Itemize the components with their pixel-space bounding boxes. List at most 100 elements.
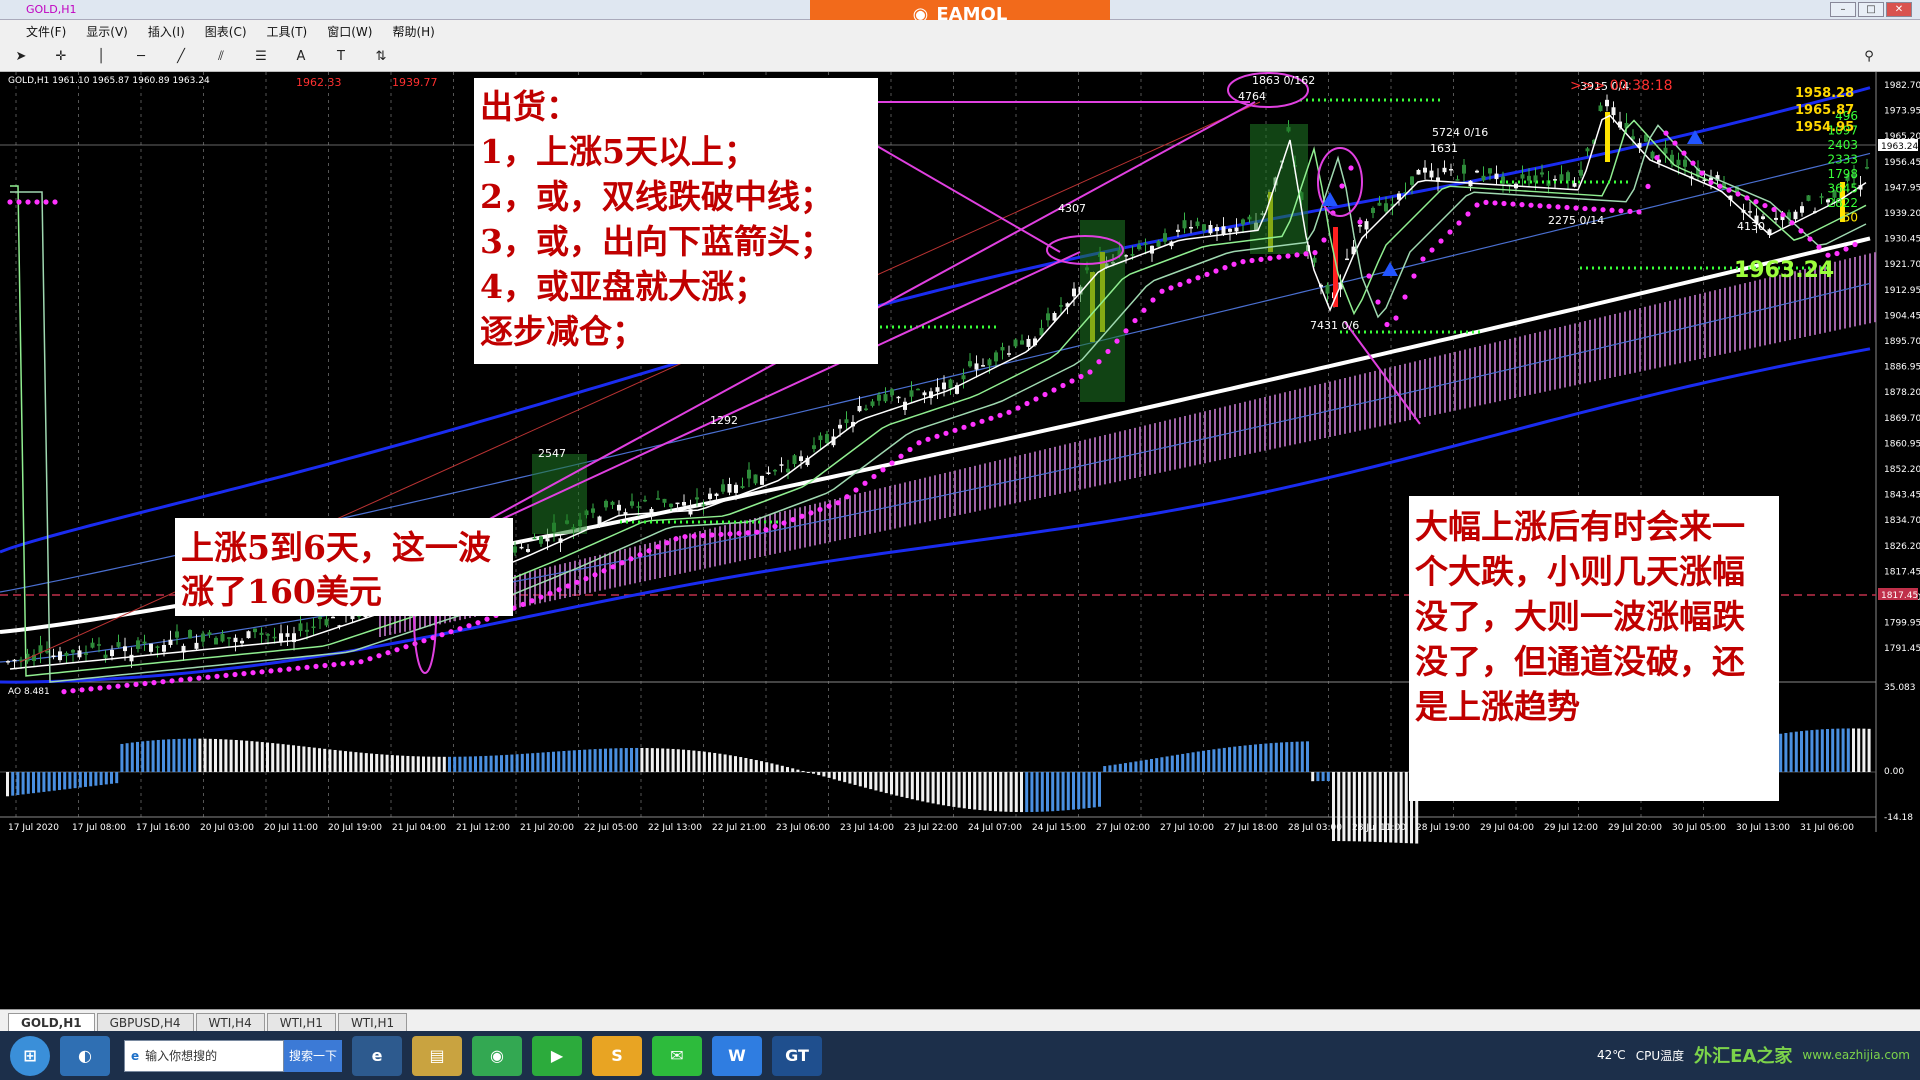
cursor-icon[interactable]: ➤ <box>10 46 32 68</box>
candle-body <box>1046 313 1050 321</box>
label-icon[interactable]: T <box>330 46 352 68</box>
sar-dot <box>844 494 850 500</box>
big-price: 1963.24 <box>1734 258 1835 283</box>
sar-dot <box>1060 382 1066 389</box>
chart-label: 4307 <box>1058 202 1086 215</box>
candle-body <box>279 633 283 642</box>
iqiyi-icon[interactable]: ▶ <box>532 1035 582 1076</box>
maximize-button[interactable]: □ <box>1858 2 1884 17</box>
sar-dot <box>1294 252 1300 258</box>
search-icon[interactable]: ⚲ <box>1858 46 1880 68</box>
folder-icon[interactable]: ▤ <box>412 1035 462 1076</box>
menu-charts[interactable]: 图表(C) <box>205 23 247 40</box>
time-tick-label: 20 Jul 19:00 <box>328 823 382 833</box>
sar-dot <box>1474 202 1480 208</box>
sar-dot <box>1573 205 1579 211</box>
minimize-button[interactable]: – <box>1830 2 1856 17</box>
menu-insert[interactable]: 插入(I) <box>148 23 185 40</box>
ie-app-icon[interactable]: e <box>352 1035 402 1076</box>
ao-bar <box>1191 752 1195 772</box>
candle-body <box>1676 159 1681 166</box>
ao-bar <box>162 739 165 772</box>
ao-bar <box>926 772 930 803</box>
ao-bar <box>1082 772 1086 809</box>
ao-bar <box>484 755 488 772</box>
sar-dot <box>727 531 733 537</box>
tab-wti-h1[interactable]: WTI,H1 <box>266 1013 336 1031</box>
sar-dot <box>1744 195 1750 201</box>
candle-body <box>1013 339 1018 347</box>
sar-dot <box>907 446 913 453</box>
candle-body <box>617 504 621 511</box>
price-tick-label: 1860.95 <box>1884 439 1920 449</box>
ao-bar <box>1176 754 1179 772</box>
ao-bar <box>312 747 316 772</box>
candle-body <box>142 641 147 644</box>
menu-help[interactable]: 帮助(H) <box>392 23 434 40</box>
text-icon[interactable]: A <box>290 46 312 68</box>
candle-body <box>1312 257 1317 263</box>
sar-dot <box>178 677 184 683</box>
chart-area[interactable]: 1982.70 1973.95 1965.20 1956.45 1947.95 1939.… <box>0 72 1920 1009</box>
ao-bar <box>390 755 394 772</box>
app-green-icon[interactable]: ◉ <box>472 1035 522 1076</box>
start-button[interactable]: ⊞ <box>10 1035 50 1076</box>
sar-dot <box>439 632 445 638</box>
note-drop-line: 没了，大则一波涨幅跌 <box>1415 597 1745 636</box>
ao-bar <box>68 772 72 789</box>
ao-bar <box>406 755 410 772</box>
panel-small-value: 2333 <box>1827 153 1858 167</box>
symbol-ohlc: GOLD,H1 1961.10 1965.87 1960.89 1963.24 <box>8 76 210 86</box>
sar-dot <box>115 683 121 689</box>
sar-dot <box>250 670 256 676</box>
ao-bar <box>692 750 696 772</box>
chart-label: 2275 0/14 <box>1548 214 1604 227</box>
mt4-icon[interactable]: GT <box>772 1035 822 1076</box>
app-s-icon[interactable]: S <box>592 1035 642 1076</box>
ao-bar <box>957 772 961 808</box>
ao-bar <box>1826 729 1829 772</box>
ao-bar <box>151 740 155 772</box>
horizontal-line-icon[interactable]: ─ <box>130 46 152 68</box>
tab-wti-h1-2[interactable]: WTI,H1 <box>337 1013 408 1031</box>
sar-dot <box>655 544 661 550</box>
candle-body <box>1325 284 1330 294</box>
sar-dot <box>1681 150 1687 156</box>
candle-body <box>1559 174 1564 181</box>
candle-body <box>162 644 166 652</box>
ao-bar <box>1862 728 1866 772</box>
wps-icon[interactable]: W <box>712 1035 762 1076</box>
candle-body <box>1774 217 1778 220</box>
sar-dot <box>88 686 94 692</box>
search-button[interactable]: 搜索一下 <box>284 1039 342 1072</box>
ao-bar <box>375 753 379 772</box>
menu-tools[interactable]: 工具(T) <box>267 23 308 40</box>
tab-wti-h4[interactable]: WTI,H4 <box>195 1013 265 1031</box>
crosshair-icon[interactable]: ✛ <box>50 46 72 68</box>
fibonacci-icon[interactable]: ☰ <box>250 46 272 68</box>
search-input[interactable]: e 输入你想搜的 <box>124 1039 284 1072</box>
sar-dot <box>61 689 67 695</box>
sar-dot <box>1312 250 1318 256</box>
menu-file[interactable]: 文件(F) <box>26 23 66 40</box>
sar-dot <box>1726 187 1732 193</box>
trendline-icon[interactable]: ╱ <box>170 46 192 68</box>
browser-icon[interactable]: ◐ <box>60 1035 110 1076</box>
menu-view[interactable]: 显示(V) <box>86 23 128 40</box>
channel-icon[interactable]: ⫽ <box>210 46 232 68</box>
candle-body <box>539 536 543 544</box>
arrows-icon[interactable]: ⇅ <box>370 46 392 68</box>
tab-gold-h1[interactable]: GOLD,H1 <box>8 1013 95 1031</box>
sar-dot <box>691 533 697 539</box>
close-button[interactable]: ✕ <box>1886 2 1912 17</box>
vertical-line-icon[interactable]: │ <box>90 46 112 68</box>
wechat-icon[interactable]: ✉ <box>652 1035 702 1076</box>
time-tick-label: 24 Jul 07:00 <box>968 823 1022 833</box>
candle-body <box>97 644 101 646</box>
tab-gbpusd-h4[interactable]: GBPUSD,H4 <box>96 1013 194 1031</box>
menu-window[interactable]: 窗口(W) <box>327 23 372 40</box>
candle-body <box>1228 228 1232 232</box>
ao-bar <box>266 742 269 772</box>
ao-bar <box>609 748 613 772</box>
ao-bar <box>583 749 587 772</box>
